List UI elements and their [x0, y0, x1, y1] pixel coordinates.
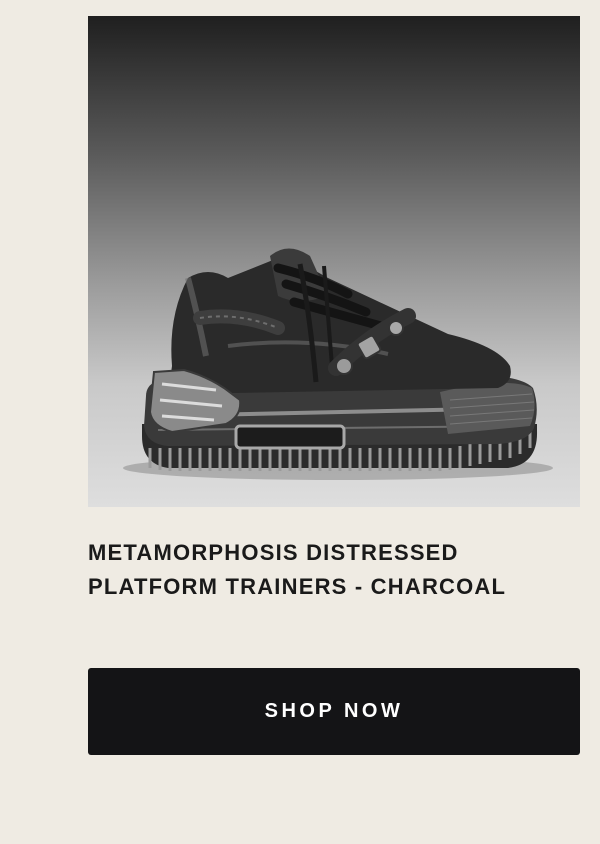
product-title-line2: PLATFORM TRAINERS - CHARCOAL	[88, 574, 507, 599]
shop-now-button[interactable]: SHOP NOW	[88, 668, 580, 755]
shop-now-button-label: SHOP NOW	[264, 700, 404, 722]
product-image[interactable]	[88, 16, 580, 507]
sneaker-illustration	[123, 248, 553, 480]
product-title: METAMORPHOSIS DISTRESSED PLATFORM TRAINE…	[88, 536, 580, 604]
product-title-line1: METAMORPHOSIS DISTRESSED	[88, 540, 459, 565]
